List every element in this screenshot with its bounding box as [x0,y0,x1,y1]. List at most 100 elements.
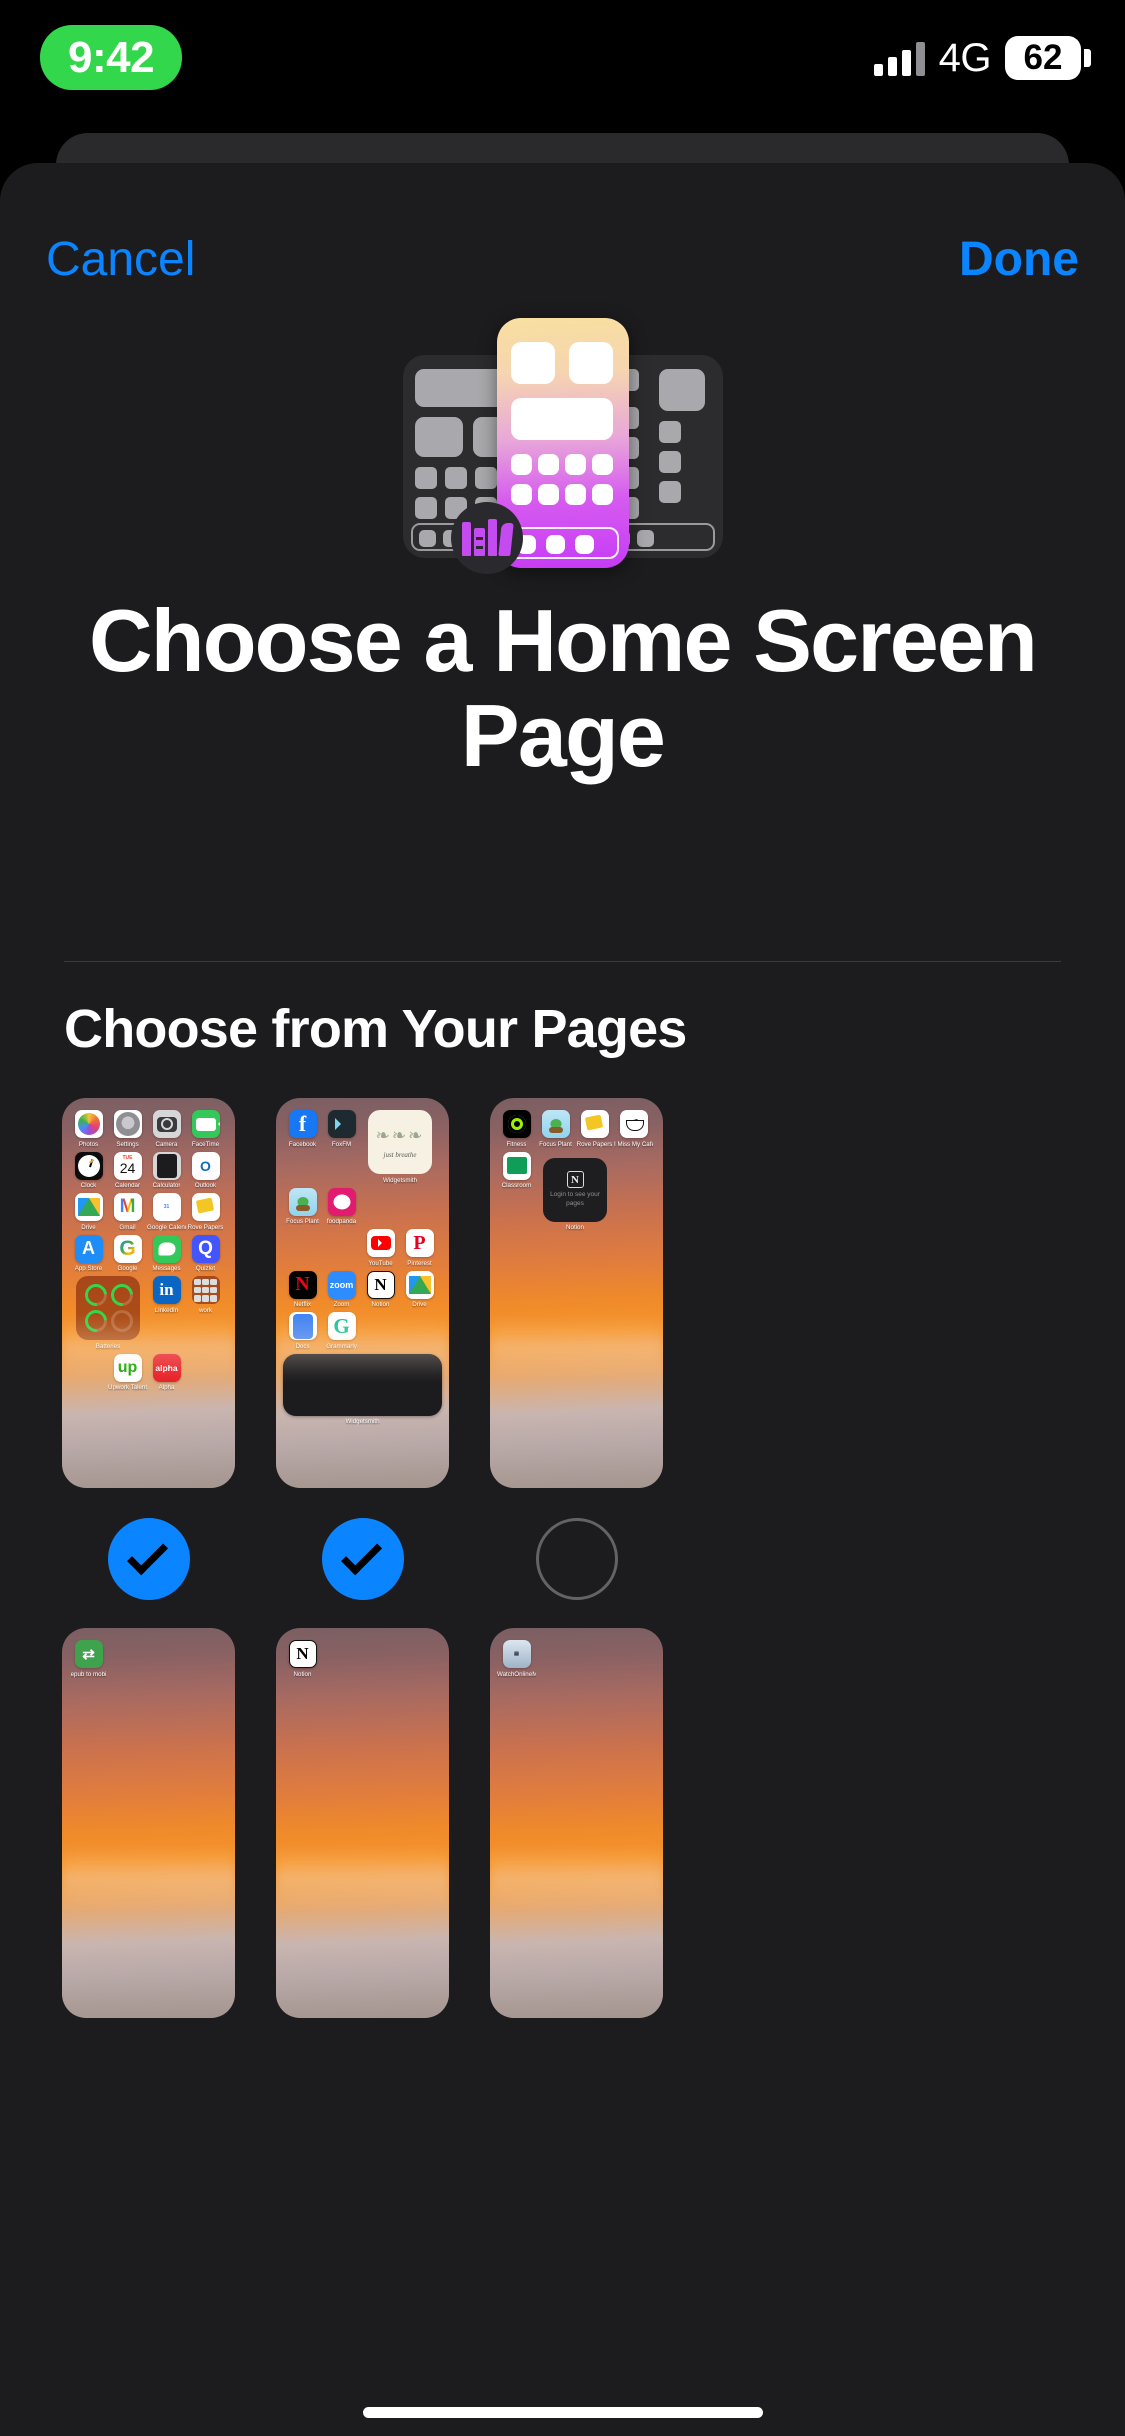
app-cell[interactable]: N Notion [283,1640,322,1678]
app-cell[interactable]: ⇄ epub to mobi [69,1640,108,1678]
upwork-icon: up [113,1353,142,1382]
app-label: WatchOnlineM... [497,1670,536,1678]
google-drive-icon [74,1193,103,1221]
widget-text: Login to see your pages [550,1191,600,1207]
selection-slot [490,1518,663,1600]
widget-cell[interactable]: ❧❧❧ just breathe Widgetsmith [361,1110,439,1184]
app-label: Rove Papers [576,1140,613,1148]
app-cell[interactable]: Drive [400,1270,439,1308]
page-4-icon-grid: ⇄ epub to mobi [69,1640,228,1682]
watch-online-movies-icon: ▤ [502,1640,531,1668]
home-screen-page-thumbnail[interactable]: f Facebook FoxFM ❧❧❧ just breathe Widgets… [276,1098,449,1488]
google-icon: G [113,1234,142,1263]
app-cell[interactable]: Outlook [186,1151,225,1189]
status-right-group: 4G 62 [873,30,1091,86]
app-cell[interactable]: Q Quizlet [186,1234,225,1272]
app-cell[interactable]: work [186,1276,225,1350]
app-label: Focus Plant [539,1140,572,1148]
app-label: FaceTime [191,1140,220,1148]
app-label: Google [117,1265,138,1272]
calculator-icon [152,1151,181,1180]
app-label: foodpanda [326,1218,357,1225]
app-cell[interactable]: Calculator [147,1151,186,1189]
app-cell[interactable]: alpha Alpha [147,1353,186,1391]
illustration-selected-dock [506,527,619,559]
widget-label: Batteries [95,1342,121,1350]
app-cell[interactable]: Rove Papers [575,1110,614,1148]
app-cell[interactable]: FoxFM [322,1110,361,1184]
app-label: Calendar [114,1182,141,1189]
app-cell[interactable]: P Pinterest [400,1229,439,1267]
done-button[interactable]: Done [959,225,1079,295]
home-screen-page-thumbnail[interactable]: ▤ WatchOnlineM... [490,1628,663,2018]
app-label: Google Calendar [147,1223,186,1231]
app-label: Alpha [158,1384,175,1391]
app-cell[interactable]: in LinkedIn [147,1276,186,1350]
section-heading: Choose from Your Pages [64,999,687,1059]
app-cell[interactable]: f Facebook [283,1110,322,1184]
widget-cell[interactable]: Batteries [69,1276,147,1350]
page-3-selection-toggle[interactable] [535,1518,618,1600]
app-cell[interactable]: G Grammarly [322,1312,361,1350]
app-label: Upwork Talent [108,1384,147,1391]
page-2-selection-toggle[interactable] [321,1518,404,1600]
cancel-button[interactable]: Cancel [46,225,195,295]
app-cell[interactable]: Photos [69,1110,108,1148]
home-screen-page-thumbnail[interactable]: ⇄ epub to mobi [62,1628,235,2018]
messages-icon [152,1234,181,1263]
app-cell[interactable]: TUE 24 Calendar [108,1151,147,1189]
cellular-bars-icon [873,40,925,76]
app-cell[interactable]: Clock [69,1151,108,1189]
page-5-icon-grid: N Notion [283,1640,442,1682]
app-label: Classroom [501,1182,532,1189]
app-cell[interactable]: 31 Google Calendar [147,1193,186,1231]
page-title: Choose a Home Screen Page [89,591,1038,786]
page-1-selection-toggle[interactable] [107,1518,190,1600]
home-screen-page-thumbnail[interactable]: Photos Settings Camera FaceTime Clock TU… [62,1098,235,1488]
app-cell[interactable]: M Gmail [108,1193,147,1231]
app-cell[interactable]: ♫ I Miss My Cafe [614,1110,653,1148]
app-cell[interactable]: Camera [147,1110,186,1148]
selection-slot [62,1518,235,1600]
app-cell[interactable]: Messages [147,1234,186,1272]
photos-icon [74,1110,103,1138]
app-cell[interactable]: Classroom [497,1151,536,1232]
app-label: Settings [116,1140,139,1148]
home-screen-page-thumbnail[interactable]: Fitness Focus Plant Rove Papers ♫ I Miss … [490,1098,663,1488]
app-label: Camera [155,1140,178,1148]
app-label: FoxFM [331,1140,352,1148]
widget-cell[interactable]: N Login to see your pages Notion [536,1157,614,1231]
app-label: Netflix [293,1301,312,1308]
app-label: Gmail [119,1223,136,1231]
app-cell[interactable]: zoom Zoom [322,1270,361,1308]
app-cell[interactable]: N Notion [361,1270,400,1308]
app-cell[interactable]: FaceTime [186,1110,225,1148]
widget-label: Widgetsmith [382,1176,418,1184]
app-cell[interactable]: Drive [69,1193,108,1231]
app-label: epub to mobi [70,1670,107,1678]
app-cell[interactable]: N Netflix [283,1270,322,1308]
iphone-screen: 9:42 4G 62 Cancel Done Choose a Home Scr… [0,0,1125,2436]
app-cell[interactable]: ▤ WatchOnlineM... [497,1640,536,1678]
home-screen-page-thumbnail[interactable]: N Notion [276,1628,449,2018]
fitness-icon [502,1110,531,1138]
app-cell[interactable]: G Google [108,1234,147,1272]
app-cell[interactable]: Focus Plant [283,1187,322,1225]
battery-percent: 62 [1023,38,1063,77]
home-indicator[interactable] [362,2407,763,2418]
notion-widget-icon: N Login to see your pages [543,1157,607,1222]
app-cell[interactable]: Settings [108,1110,147,1148]
app-cell[interactable]: foodpanda [322,1187,361,1225]
clock-icon [74,1151,103,1180]
app-cell[interactable]: up Upwork Talent [108,1353,147,1391]
widget-cell[interactable]: Widgetsmith [283,1353,442,1425]
app-cell[interactable]: Rove Papers [186,1193,225,1231]
app-cell[interactable]: Docs [283,1312,322,1350]
page-3-icon-grid: Fitness Focus Plant Rove Papers ♫ I Miss … [497,1110,656,1235]
app-cell[interactable]: YouTube [361,1229,400,1267]
facebook-icon: f [288,1110,317,1138]
app-cell[interactable]: Focus Plant [536,1110,575,1148]
app-cell[interactable]: A App Store [69,1234,108,1272]
app-cell[interactable]: Fitness [497,1110,536,1148]
page-2-icon-grid: f Facebook FoxFM ❧❧❧ just breathe Widgets… [283,1110,442,1429]
